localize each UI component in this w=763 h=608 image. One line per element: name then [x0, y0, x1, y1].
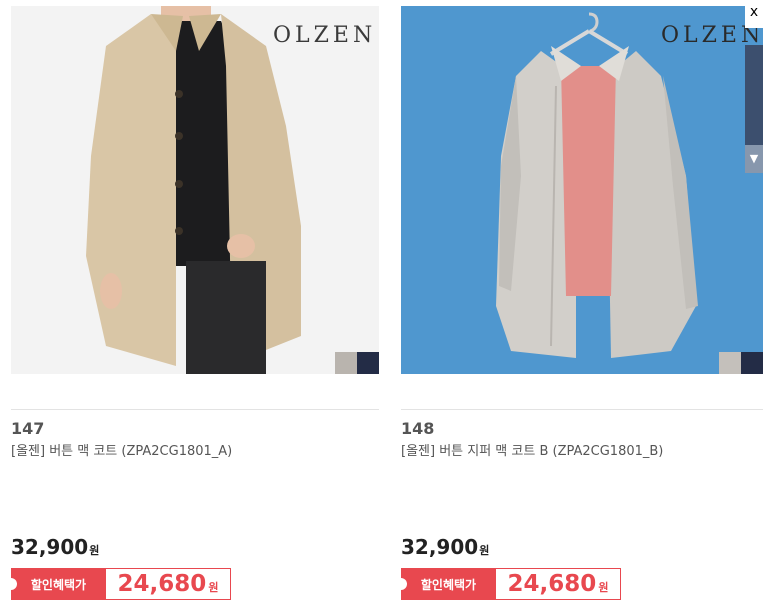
chevron-down-icon[interactable]: ▼	[745, 145, 763, 173]
product-card[interactable]: OLZEN 148 [올젠] 버튼 지퍼 맥 코트 B (ZPA2CG1801_…	[395, 0, 763, 608]
sale-price-unit: 원	[598, 581, 609, 594]
swatch-navy[interactable]	[357, 352, 379, 374]
close-icon[interactable]: x	[745, 0, 763, 28]
product-number: 147	[11, 419, 45, 438]
product-price: 32,900원	[401, 535, 489, 559]
product-name[interactable]: [올젠] 버튼 맥 코트 (ZPA2CG1801_A)	[11, 440, 232, 459]
price-unit: 원	[89, 544, 100, 557]
sale-price-value: 24,680	[507, 571, 597, 597]
divider	[401, 409, 763, 410]
product-image[interactable]: OLZEN	[11, 6, 379, 374]
coat-photo-1	[86, 6, 301, 374]
brand-logo: OLZEN	[273, 23, 377, 48]
divider	[11, 409, 379, 410]
sale-price-box: 할인혜택가 24,680 원	[395, 568, 621, 600]
product-card[interactable]: OLZEN 147 [올젠] 버튼 맥 코트 (ZPA2CG1801_A) 32…	[5, 0, 379, 608]
sale-price-unit: 원	[208, 581, 219, 594]
sale-price-box: 할인혜택가 24,680 원	[5, 568, 231, 600]
price-value: 32,900	[11, 535, 89, 559]
sale-price: 24,680 원	[496, 568, 621, 600]
price-unit: 원	[479, 544, 490, 557]
price-value: 32,900	[401, 535, 479, 559]
side-banner[interactable]	[745, 45, 763, 145]
product-price: 32,900원	[11, 535, 99, 559]
color-swatches	[335, 352, 379, 374]
coat-photo-2	[496, 12, 698, 358]
swatch-lightgray[interactable]	[719, 352, 741, 374]
sale-label: 할인혜택가	[5, 568, 106, 600]
product-image[interactable]: OLZEN	[401, 6, 763, 374]
product-name[interactable]: [올젠] 버튼 지퍼 맥 코트 B (ZPA2CG1801_B)	[401, 440, 663, 459]
color-swatches	[719, 352, 763, 374]
swatch-navy[interactable]	[741, 352, 763, 374]
sale-price-value: 24,680	[117, 571, 207, 597]
sale-label: 할인혜택가	[395, 568, 496, 600]
product-number: 148	[401, 419, 435, 438]
sale-price: 24,680 원	[106, 568, 231, 600]
swatch-beige[interactable]	[335, 352, 357, 374]
